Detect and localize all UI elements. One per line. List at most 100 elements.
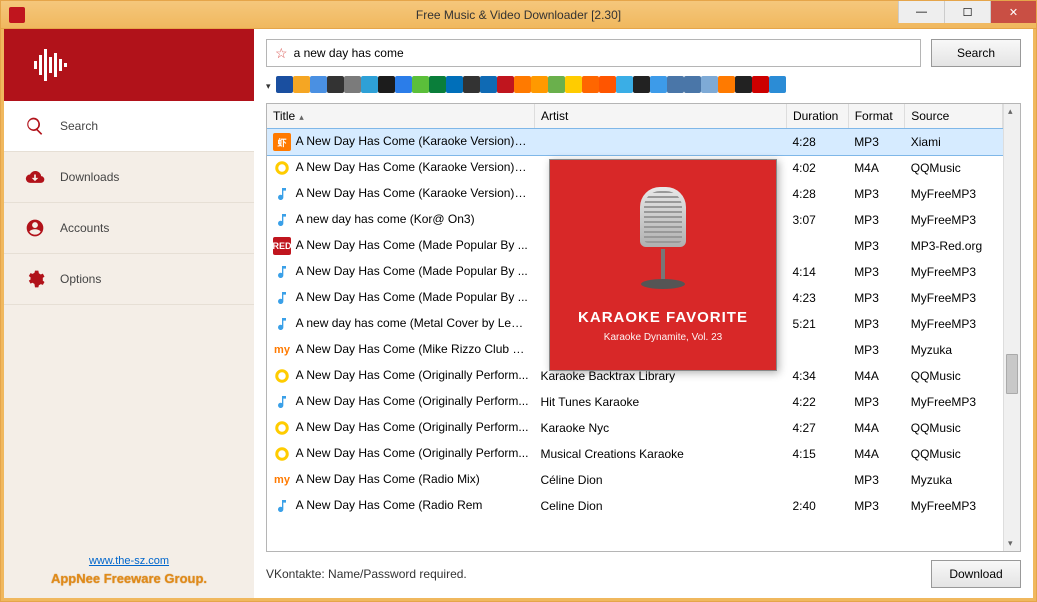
- minimize-button[interactable]: —: [898, 1, 944, 23]
- row-format: MP3: [854, 395, 879, 409]
- row-duration: 4:15: [792, 447, 815, 461]
- row-format: MP3: [854, 317, 879, 331]
- row-duration: 4:34: [792, 369, 815, 383]
- column-header-title[interactable]: Title: [267, 104, 534, 129]
- microphone-icon: [628, 187, 698, 297]
- source-icon[interactable]: [684, 76, 701, 93]
- row-duration: 4:28: [792, 135, 815, 149]
- source-icon[interactable]: [378, 76, 395, 93]
- row-title: A new day has come (Kor@ On3): [296, 212, 475, 226]
- search-box[interactable]: ☆: [266, 39, 921, 67]
- source-icon[interactable]: [531, 76, 548, 93]
- source-icon[interactable]: [463, 76, 480, 93]
- music-note-icon: [273, 211, 291, 229]
- download-button[interactable]: Download: [931, 560, 1021, 588]
- row-title: A New Day Has Come (Karaoke Version) [..…: [296, 160, 531, 174]
- search-button[interactable]: Search: [931, 39, 1021, 67]
- row-title: A New Day Has Come (Karaoke Version) [Or…: [296, 134, 535, 148]
- row-duration: 4:22: [792, 395, 815, 409]
- table-row[interactable]: A New Day Has Come (Originally Perform..…: [267, 389, 1003, 415]
- maximize-button[interactable]: ☐: [944, 1, 990, 23]
- main-panel: ☆ Search ▾ Title Artist Duration: [254, 29, 1033, 598]
- column-header-duration[interactable]: Duration: [786, 104, 848, 129]
- row-artist: Hit Tunes Karaoke: [540, 395, 639, 409]
- source-icon[interactable]: [718, 76, 735, 93]
- search-input[interactable]: [294, 46, 912, 60]
- column-header-format[interactable]: Format: [848, 104, 905, 129]
- row-source: MP3-Red.org: [911, 239, 982, 253]
- source-icon[interactable]: [752, 76, 769, 93]
- source-icon[interactable]: [633, 76, 650, 93]
- source-row-icon: my: [273, 341, 291, 359]
- app-window: Free Music & Video Downloader [2.30] — ☐…: [0, 0, 1037, 602]
- column-header-artist[interactable]: Artist: [534, 104, 786, 129]
- scrollbar-thumb[interactable]: [1006, 354, 1018, 394]
- source-icon[interactable]: [769, 76, 786, 93]
- row-duration: 5:21: [792, 317, 815, 331]
- source-icon[interactable]: [667, 76, 684, 93]
- row-title: A New Day Has Come (Made Popular By ...: [296, 290, 528, 304]
- row-format: MP3: [854, 291, 879, 305]
- source-icon[interactable]: [616, 76, 633, 93]
- source-icon[interactable]: [412, 76, 429, 93]
- table-row[interactable]: A New Day Has Come (Originally Perform..…: [267, 415, 1003, 441]
- row-artist: Karaoke Backtrax Library: [540, 369, 675, 383]
- column-header-source[interactable]: Source: [905, 104, 1003, 129]
- source-icon[interactable]: [395, 76, 412, 93]
- favorite-star-icon[interactable]: ☆: [275, 45, 288, 62]
- titlebar[interactable]: Free Music & Video Downloader [2.30] — ☐…: [1, 1, 1036, 29]
- source-icon[interactable]: [735, 76, 752, 93]
- close-button[interactable]: ✕: [990, 1, 1036, 23]
- sidebar-item-label: Downloads: [60, 170, 119, 184]
- sidebar-item-label: Search: [60, 119, 98, 133]
- source-icon[interactable]: [344, 76, 361, 93]
- source-icon[interactable]: [310, 76, 327, 93]
- app-logo-icon: [28, 43, 72, 87]
- row-artist: Karaoke Nyc: [540, 421, 609, 435]
- source-icon[interactable]: [429, 76, 446, 93]
- row-title: A new day has come (Metal Cover by Levi.…: [296, 316, 530, 330]
- source-icon[interactable]: [276, 76, 293, 93]
- row-format: MP3: [854, 239, 879, 253]
- source-icon[interactable]: [701, 76, 718, 93]
- source-icon[interactable]: [480, 76, 497, 93]
- homepage-link[interactable]: www.the-sz.com: [89, 555, 169, 567]
- source-dropdown-icon[interactable]: ▾: [266, 81, 271, 92]
- row-title: A New Day Has Come (Originally Perform..…: [296, 420, 529, 434]
- source-icon[interactable]: [565, 76, 582, 93]
- source-icon[interactable]: [514, 76, 531, 93]
- table-row[interactable]: my A New Day Has Come (Radio Mix)Céline …: [267, 467, 1003, 493]
- source-icon[interactable]: [497, 76, 514, 93]
- source-icon[interactable]: [446, 76, 463, 93]
- row-format: M4A: [854, 421, 879, 435]
- source-icon[interactable]: [327, 76, 344, 93]
- group-credit: AppNee Freeware Group.: [4, 571, 254, 586]
- source-icon[interactable]: [548, 76, 565, 93]
- table-row[interactable]: 虾 A New Day Has Come (Karaoke Version) […: [267, 129, 1003, 156]
- album-subtitle: Karaoke Dynamite, Vol. 23: [604, 332, 722, 343]
- table-row[interactable]: A New Day Has Come (Radio RemCeline Dion…: [267, 493, 1003, 519]
- row-source: MyFreeMP3: [911, 291, 976, 305]
- sidebar-item-search[interactable]: Search: [4, 101, 254, 152]
- status-text: VKontakte: Name/Password required.: [266, 567, 467, 581]
- row-duration: 4:28: [792, 187, 815, 201]
- table-row[interactable]: A New Day Has Come (Originally Perform..…: [267, 441, 1003, 467]
- source-icon[interactable]: [361, 76, 378, 93]
- sidebar-item-options[interactable]: Options: [4, 254, 254, 305]
- source-row-icon: 虾: [273, 133, 291, 151]
- row-duration: 4:02: [792, 161, 815, 175]
- sidebar-item-downloads[interactable]: Downloads: [4, 152, 254, 203]
- row-format: MP3: [854, 213, 879, 227]
- vertical-scrollbar[interactable]: [1003, 104, 1020, 551]
- row-title: A New Day Has Come (Karaoke Version) [..…: [296, 186, 531, 200]
- music-note-icon: [273, 393, 291, 411]
- sidebar-item-accounts[interactable]: Accounts: [4, 203, 254, 254]
- source-icon[interactable]: [650, 76, 667, 93]
- source-icon[interactable]: [293, 76, 310, 93]
- account-icon: [24, 217, 46, 239]
- row-format: M4A: [854, 161, 879, 175]
- row-duration: 4:23: [792, 291, 815, 305]
- row-artist: Céline Dion: [540, 473, 602, 487]
- source-icon[interactable]: [582, 76, 599, 93]
- source-icon[interactable]: [599, 76, 616, 93]
